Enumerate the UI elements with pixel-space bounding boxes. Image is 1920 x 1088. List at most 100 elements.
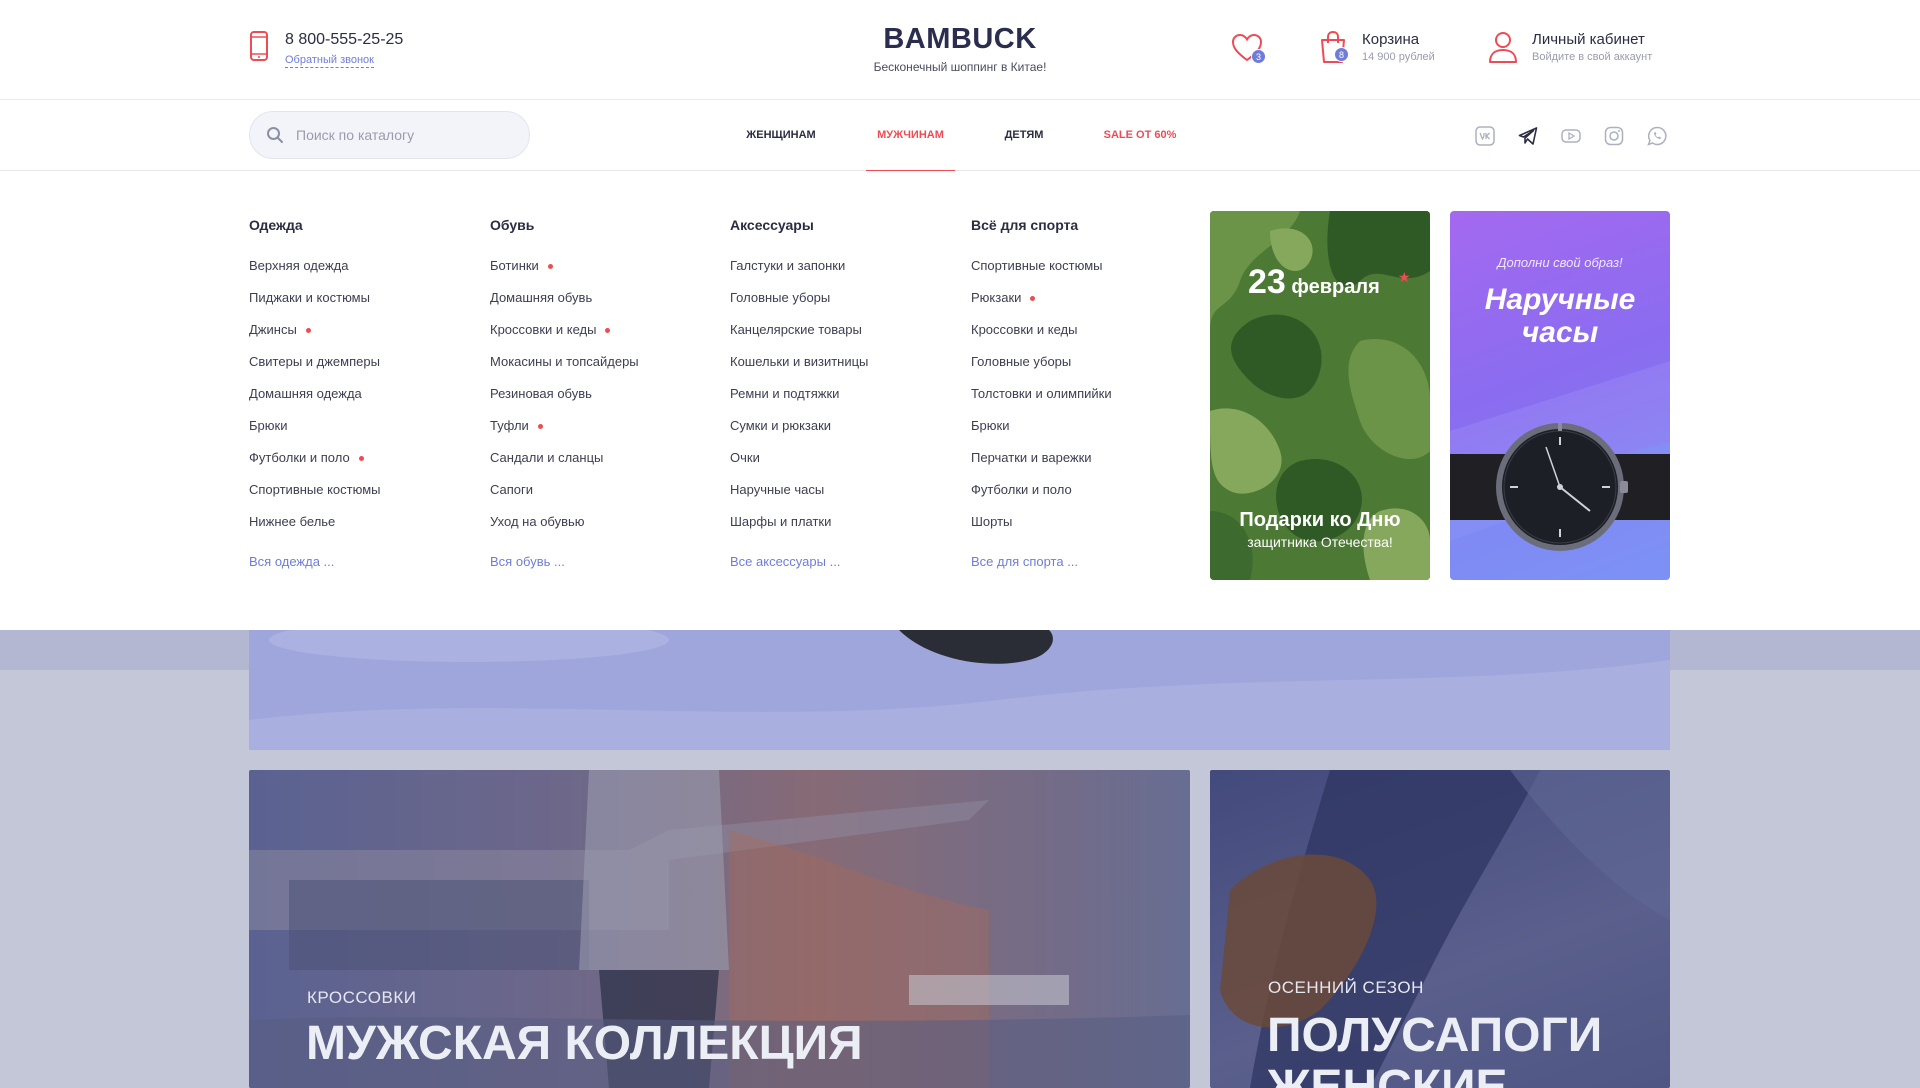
whatsapp-icon[interactable] (1646, 125, 1668, 147)
menu-link-label: Шорты (971, 514, 1013, 529)
account-title: Личный кабинет (1532, 31, 1645, 48)
instagram-icon[interactable] (1603, 125, 1625, 147)
menu-link[interactable]: Сумки и рюкзаки (730, 418, 950, 450)
menu-link[interactable]: Резиновая обувь (490, 386, 710, 418)
menu-link[interactable]: Спортивные костюмы (249, 482, 469, 514)
menu-link[interactable]: Футболки и поло (971, 482, 1191, 514)
menu-link[interactable]: Кошельки и визитницы (730, 354, 950, 386)
nav-sale[interactable]: Sale от 60% (1103, 100, 1177, 171)
promo-banner-february[interactable]: 23 февраля ★ Подарки ко Дню защитника От… (1210, 211, 1430, 580)
menu-link-label: Кроссовки и кеды (490, 322, 597, 337)
menu-link[interactable]: Сандали и сланцы (490, 450, 710, 482)
menu-link[interactable]: Домашняя одежда (249, 386, 469, 418)
new-indicator-dot (537, 424, 543, 429)
telegram-icon[interactable] (1513, 125, 1543, 173)
menu-link[interactable]: Галстуки и запонки (730, 258, 950, 290)
menu-link[interactable]: Футболки и поло (249, 450, 469, 482)
menu-link-label: Домашняя обувь (490, 290, 593, 305)
promo-card-women[interactable]: Осенний сезон Полусапоги женские (1210, 770, 1670, 1088)
new-indicator-dot (547, 264, 553, 269)
menu-link-label: Уход на обувью (490, 514, 585, 529)
account-button[interactable]: Личный кабинет Войдите в свой аккаунт (1488, 30, 1652, 64)
menu-link[interactable]: Брюки (971, 418, 1191, 450)
search-box[interactable] (249, 111, 530, 159)
logo[interactable]: BAMBUCK Бесконечный шоппинг в Китае! (860, 24, 1060, 74)
star-icon: ★ (1398, 269, 1411, 285)
menu-link-label: Канцелярские товары (730, 322, 862, 337)
favorites-button[interactable]: 3 (1231, 33, 1267, 67)
new-indicator-dot (1030, 296, 1036, 301)
menu-link-label: Нижнее белье (249, 514, 336, 529)
menu-link[interactable]: Ремни и подтяжки (730, 386, 950, 418)
menu-link-label: Пиджаки и костюмы (249, 290, 370, 305)
menu-link-label: Мокасины и топсайдеры (490, 354, 639, 369)
menu-link[interactable]: Уход на обувью (490, 514, 710, 546)
nav-women[interactable]: Женщинам (745, 100, 817, 171)
menu-link-label: Брюки (249, 418, 288, 433)
phone-icon (249, 30, 269, 62)
menu-link[interactable]: Толстовки и олимпийки (971, 386, 1191, 418)
vk-icon[interactable] (1474, 125, 1496, 147)
menu-link[interactable]: Рюкзаки (971, 290, 1191, 322)
column-title: Всё для спорта (971, 217, 1079, 233)
new-indicator-dot (605, 328, 611, 333)
menu-link[interactable]: Перчатки и варежки (971, 450, 1191, 482)
menu-link-label: Головные уборы (971, 354, 1072, 369)
menu-link-label: Свитеры и джемперы (249, 354, 380, 369)
all-accessories-link[interactable]: Все аксессуары ... (730, 554, 950, 569)
promo-banner-watches[interactable]: Дополни свой образ! Наручные часы (1450, 211, 1670, 580)
menu-link[interactable]: Пиджаки и костюмы (249, 290, 469, 322)
menu-link[interactable]: Нижнее белье (249, 514, 469, 546)
menu-link[interactable]: Кроссовки и кеды (971, 322, 1191, 354)
menu-link[interactable]: Канцелярские товары (730, 322, 950, 354)
callback-link[interactable]: Обратный звонок (285, 54, 374, 68)
menu-link-label: Спортивные костюмы (249, 482, 381, 497)
menu-link-label: Перчатки и варежки (971, 450, 1092, 465)
cart-button[interactable]: 8 Корзина 14 900 рублей (1318, 30, 1435, 66)
menu-link[interactable]: Ботинки (490, 258, 710, 290)
menu-link[interactable]: Шарфы и платки (730, 514, 950, 546)
promo-feb-number: 23 (1248, 263, 1286, 301)
menu-link[interactable]: Мокасины и топсайдеры (490, 354, 710, 386)
social-links (1474, 125, 1689, 173)
menu-link[interactable]: Джинсы (249, 322, 469, 354)
menu-link[interactable]: Головные уборы (730, 290, 950, 322)
menu-link-label: Галстуки и запонки (730, 258, 846, 273)
account-subtitle: Войдите в свой аккаунт (1532, 51, 1653, 63)
menu-link[interactable]: Брюки (249, 418, 469, 450)
menu-link[interactable]: Верхняя одежда (249, 258, 469, 290)
menu-link-label: Домашняя одежда (249, 386, 362, 401)
all-shoes-link[interactable]: Вся обувь ... (490, 554, 710, 569)
cart-title: Корзина (1362, 31, 1420, 48)
menu-link[interactable]: Туфли (490, 418, 710, 450)
promo-card-men[interactable]: Кроссовки Мужская коллекция (249, 770, 1190, 1088)
menu-link[interactable]: Домашняя обувь (490, 290, 710, 322)
hero-banner[interactable] (249, 630, 1670, 750)
promo-watch-subtitle: Дополни свой образ! (1497, 255, 1623, 270)
menu-link[interactable]: Сапоги (490, 482, 710, 514)
youtube-icon[interactable] (1560, 125, 1582, 147)
column-title: Обувь (490, 217, 535, 233)
menu-link[interactable]: Кроссовки и кеды (490, 322, 710, 354)
menu-link-label: Сумки и рюкзаки (730, 418, 832, 433)
all-sport-link[interactable]: Все для спорта ... (971, 554, 1191, 569)
menu-link[interactable]: Наручные часы (730, 482, 950, 514)
search-icon (266, 126, 284, 144)
search-input[interactable] (296, 127, 516, 143)
menu-link[interactable]: Головные уборы (971, 354, 1191, 386)
menu-link[interactable]: Очки (730, 450, 950, 482)
phone-number[interactable]: 8 800-555-25-25 (285, 30, 403, 50)
nav-men[interactable]: Мужчинам (866, 100, 955, 172)
menu-link[interactable]: Шорты (971, 514, 1191, 546)
column-shoes: Обувь Ботинки Домашняя обувь Кроссовки и к… (490, 217, 710, 569)
card-category: Кроссовки (307, 988, 417, 1007)
nav-kids[interactable]: Детям (1004, 100, 1044, 171)
hero-waves (249, 630, 1670, 750)
menu-link[interactable]: Спортивные костюмы (971, 258, 1191, 290)
cart-icon: 8 (1318, 30, 1354, 66)
menu-link[interactable]: Свитеры и джемперы (249, 354, 469, 386)
column-clothing: Одежда Верхняя одежда Пиджаки и костюмы Дж… (249, 217, 469, 569)
menu-link-label: Спортивные костюмы (971, 258, 1103, 273)
all-clothing-link[interactable]: Вся одежда ... (249, 554, 469, 569)
menu-link-label: Кроссовки и кеды (971, 322, 1078, 337)
